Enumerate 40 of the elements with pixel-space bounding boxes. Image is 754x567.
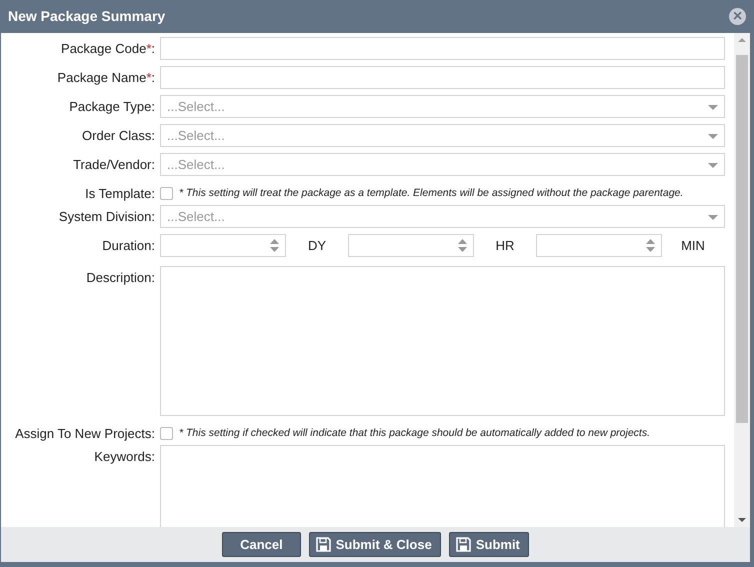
save-icon [456,537,471,552]
hint-text: * This setting if checked will indicate that this package should be automatically added to new projects. [179,426,650,441]
number-input[interactable] [160,234,286,257]
close-button[interactable]: × [729,8,746,25]
checkbox[interactable] [160,187,173,200]
textarea-input[interactable] [160,266,725,416]
save-icon [316,537,331,552]
unit-label: MIN [680,237,706,255]
field-label: Duration: [101,237,156,255]
field-label: Keywords: [93,448,156,466]
field-label: Trade/Vendor: [72,156,156,174]
field-label: Package Type: [68,98,156,116]
footer-button[interactable]: Submit [448,532,529,557]
scrollbar[interactable] [734,33,750,527]
select-dropdown[interactable]: ...Select... [160,124,725,147]
select-dropdown[interactable]: ...Select... [160,205,725,228]
spinner-icon[interactable] [646,239,655,252]
select-dropdown[interactable]: ...Select... [160,153,725,176]
text-input[interactable] [160,66,725,89]
field-label: Order Class: [81,127,156,145]
number-input[interactable] [348,234,474,257]
footer-button[interactable]: Submit & Close [308,532,441,557]
footer-button[interactable]: Cancel [222,532,301,557]
field-label: Description: [85,269,156,287]
field-label: Package Name*: [56,69,156,87]
spinner-icon[interactable] [458,239,467,252]
field-label: Is Template: [84,185,156,203]
window-title: New Package Summary [8,7,166,26]
checkbox[interactable] [160,427,173,440]
field-label: Assign To New Projects: [14,425,156,443]
field-label: Package Code*: [60,40,156,58]
unit-label: HR [494,237,516,255]
field-label: System Division: [58,208,156,226]
number-input[interactable] [536,234,662,257]
unit-label: DY [306,237,328,255]
text-input[interactable] [160,37,725,60]
spinner-icon[interactable] [270,239,279,252]
hint-text: * This setting will treat the package as a template. Elements will be assigned without the package parentage. [179,186,684,201]
select-dropdown[interactable]: ...Select... [160,95,725,118]
textarea-input[interactable] [160,445,725,527]
